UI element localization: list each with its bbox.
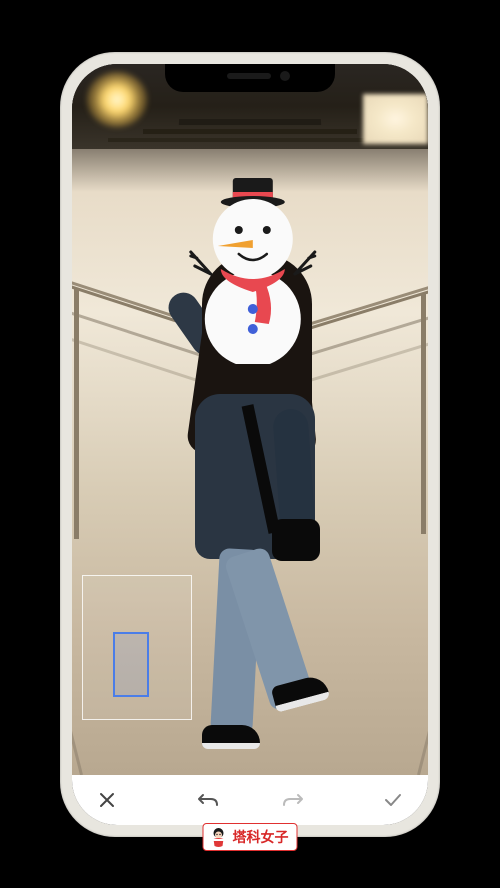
redo-icon xyxy=(282,792,304,808)
clone-target-region[interactable] xyxy=(113,632,149,697)
watermark-badge: 塔科女子 xyxy=(203,823,298,851)
cancel-button[interactable] xyxy=(92,785,122,815)
snowman-sticker[interactable] xyxy=(183,174,323,364)
editor-toolbar xyxy=(72,775,428,825)
snowman-icon xyxy=(183,174,323,364)
watermark-avatar-icon xyxy=(208,826,230,848)
confirm-button[interactable] xyxy=(378,785,408,815)
undo-button[interactable] xyxy=(193,785,223,815)
photo-editor-canvas[interactable] xyxy=(72,64,428,775)
check-icon xyxy=(384,793,402,807)
watermark-text: 塔科女子 xyxy=(233,827,289,847)
undo-icon xyxy=(197,792,219,808)
clone-source-region[interactable] xyxy=(82,575,192,720)
redo-button[interactable] xyxy=(278,785,308,815)
phone-mockup-frame xyxy=(60,52,440,837)
photo-background xyxy=(87,72,147,127)
phone-screen xyxy=(72,64,428,825)
photo-background xyxy=(363,94,428,144)
phone-notch xyxy=(165,64,335,92)
close-icon xyxy=(99,792,115,808)
